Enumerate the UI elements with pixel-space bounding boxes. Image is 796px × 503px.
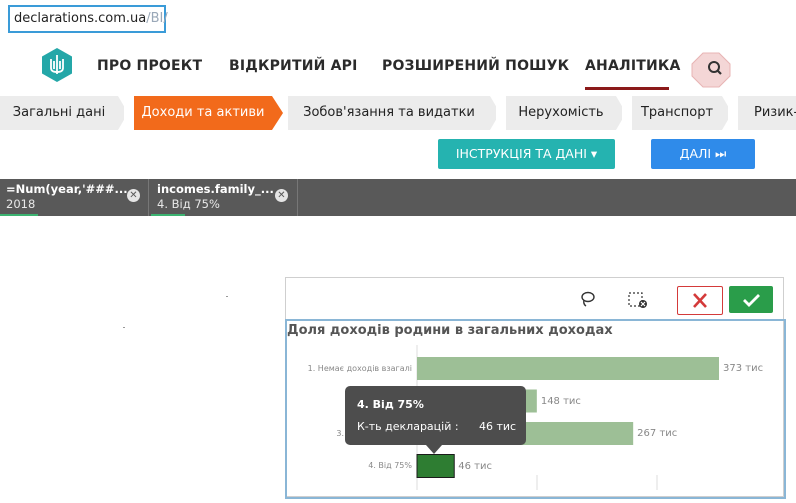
nav-about[interactable]: ПРО ПРОЕКТ (97, 58, 202, 74)
tooltip-pointer (426, 445, 442, 454)
tab-risks[interactable]: Ризик- (738, 96, 796, 130)
value-label: 46 тис (458, 460, 492, 472)
section-tabs: Загальні дані Доходи та активи Зобов'яза… (0, 96, 796, 130)
tab-liabilities-expenses[interactable]: Зобов'язання та видатки (288, 96, 490, 130)
category-label: 4. Від 75% (368, 461, 412, 470)
selection-field: incomes.family_... (157, 182, 274, 196)
close-icon (693, 293, 707, 308)
selection-value: 4. Від 75% (157, 197, 220, 211)
site-logo-icon[interactable] (40, 47, 74, 83)
search-icon[interactable] (691, 52, 731, 88)
nav-open-api[interactable]: ВІДКРИТИЙ API (229, 58, 358, 74)
nav-analytics[interactable]: АНАЛІТИКА (585, 58, 681, 74)
value-label: 267 тис (637, 428, 678, 439)
clear-selection-icon[interactable]: ✕ (275, 189, 288, 202)
selections-bar: =Num(year,'###... 2018 ✕ incomes.family_… (0, 179, 796, 216)
url-path: /BI/ (146, 11, 168, 26)
instructions-dropdown-button[interactable]: ІНСТРУКЦІЯ ТА ДАНІ ▾ (438, 139, 615, 169)
clear-selection-icon[interactable]: ✕ (127, 189, 140, 202)
chart-tooltip: 4. Від 75% К-ть декларацій : 46 тис (345, 386, 526, 445)
tooltip-measure-label: К-ть декларацій : (357, 420, 459, 433)
selection-chip-year[interactable]: =Num(year,'###... 2018 ✕ (0, 179, 149, 216)
url-bar[interactable]: declarations.com.ua/BI/ (8, 5, 168, 33)
lasso-icon[interactable] (578, 291, 598, 307)
cancel-selection-button[interactable] (677, 286, 723, 315)
tab-real-estate[interactable]: Нерухомість (506, 96, 616, 130)
check-icon (743, 294, 760, 307)
category-label: 3. (336, 429, 344, 438)
selection-field: =Num(year,'###... (6, 182, 128, 196)
value-label: 373 тис (723, 363, 764, 374)
next-button[interactable]: ДАЛІ ⏭ (651, 139, 755, 169)
tab-transport[interactable]: Транспорт (632, 96, 722, 130)
bar-0[interactable] (417, 357, 719, 380)
value-label: 148 тис (540, 395, 581, 407)
nav-active-indicator (585, 87, 669, 90)
bar-3[interactable] (416, 454, 455, 478)
selection-value: 2018 (6, 197, 36, 211)
category-label: 1. Немає доходів взагалі (307, 364, 412, 373)
selection-chip-family-income[interactable]: incomes.family_... 4. Від 75% ✕ (151, 179, 298, 216)
confirm-selection-button[interactable] (729, 286, 773, 313)
url-domain: declarations.com.ua (14, 11, 147, 26)
tooltip-title: 4. Від 75% (357, 398, 424, 411)
tab-income-assets[interactable]: Доходи та активи (134, 96, 272, 130)
chart-title: Доля доходів родини в загальних доходах (287, 323, 613, 338)
clear-selections-icon[interactable] (627, 291, 649, 309)
nav-advanced-search[interactable]: РОЗШИРЕНИЙ ПОШУК (382, 58, 569, 74)
tooltip-measure-value: 46 тис (479, 420, 517, 433)
tab-general[interactable]: Загальні дані (0, 96, 118, 130)
